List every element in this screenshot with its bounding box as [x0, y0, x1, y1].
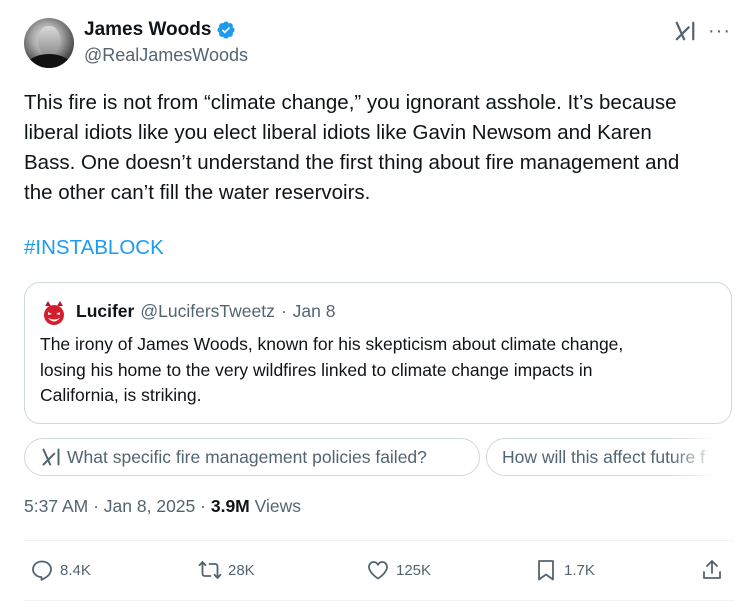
- tweet-date[interactable]: Jan 8, 2025: [104, 496, 195, 516]
- quoted-tweet-header: Lucifer @LucifersTweetz · Jan 8: [76, 301, 335, 322]
- meta-separator: ·: [93, 496, 99, 516]
- meta-separator: ·: [200, 496, 206, 516]
- more-icon[interactable]: ···: [708, 20, 731, 42]
- quoted-date[interactable]: Jan 8: [293, 301, 336, 322]
- tweet-text: This fire is not from “climate change,” …: [24, 91, 680, 204]
- quoted-handle[interactable]: @LucifersTweetz: [140, 301, 274, 322]
- grok-suggestions: What specific fire management policies f…: [24, 438, 730, 476]
- share-icon: [703, 560, 721, 579]
- like-icon: [368, 561, 388, 580]
- avatar-face: [38, 26, 60, 56]
- bookmark-button[interactable]: 1.7K: [534, 558, 595, 582]
- views-label: Views: [254, 496, 301, 516]
- grok-icon: [42, 448, 60, 466]
- divider: [24, 540, 734, 541]
- divider: [24, 600, 734, 601]
- repost-icon: [198, 561, 222, 579]
- reply-count: 8.4K: [60, 561, 91, 579]
- views-count: 3.9M: [210, 496, 250, 516]
- author-avatar[interactable]: [24, 18, 74, 68]
- quoted-tweet-card[interactable]: Lucifer @LucifersTweetz · Jan 8 The iron…: [24, 282, 732, 424]
- quoted-display-name[interactable]: Lucifer: [76, 301, 134, 322]
- devil-avatar-icon[interactable]: [40, 300, 68, 328]
- author-display-name[interactable]: James Woods: [84, 19, 211, 41]
- repost-button[interactable]: 28K: [198, 558, 255, 582]
- author-name-row: James Woods: [84, 19, 236, 41]
- verified-badge-icon: [217, 21, 235, 39]
- quoted-tweet-text: The irony of James Woods, known for his …: [40, 334, 624, 405]
- like-count: 125K: [396, 561, 432, 579]
- bookmark-count: 1.7K: [564, 561, 595, 579]
- share-button[interactable]: [700, 558, 724, 582]
- reply-button[interactable]: 8.4K: [30, 558, 91, 582]
- grok-suggestion-label: What specific fire management policies f…: [67, 446, 427, 467]
- quoted-separator: ·: [280, 301, 287, 321]
- chips-fade-overlay: [670, 438, 730, 476]
- reply-icon: [32, 560, 52, 581]
- hashtag-link[interactable]: #INSTABLOCK: [24, 236, 164, 260]
- like-button[interactable]: 125K: [366, 558, 431, 582]
- avatar-shoulders: [26, 54, 72, 68]
- bookmark-icon: [538, 560, 554, 581]
- grok-icon[interactable]: [674, 20, 696, 42]
- author-handle[interactable]: @RealJamesWoods: [84, 45, 248, 66]
- tweet-time[interactable]: 5:37 AM: [24, 496, 88, 516]
- tweet-meta: 5:37 AM · Jan 8, 2025 · 3.9M Views: [24, 496, 301, 517]
- grok-suggestion-chip[interactable]: What specific fire management policies f…: [24, 438, 480, 476]
- repost-count: 28K: [228, 561, 255, 579]
